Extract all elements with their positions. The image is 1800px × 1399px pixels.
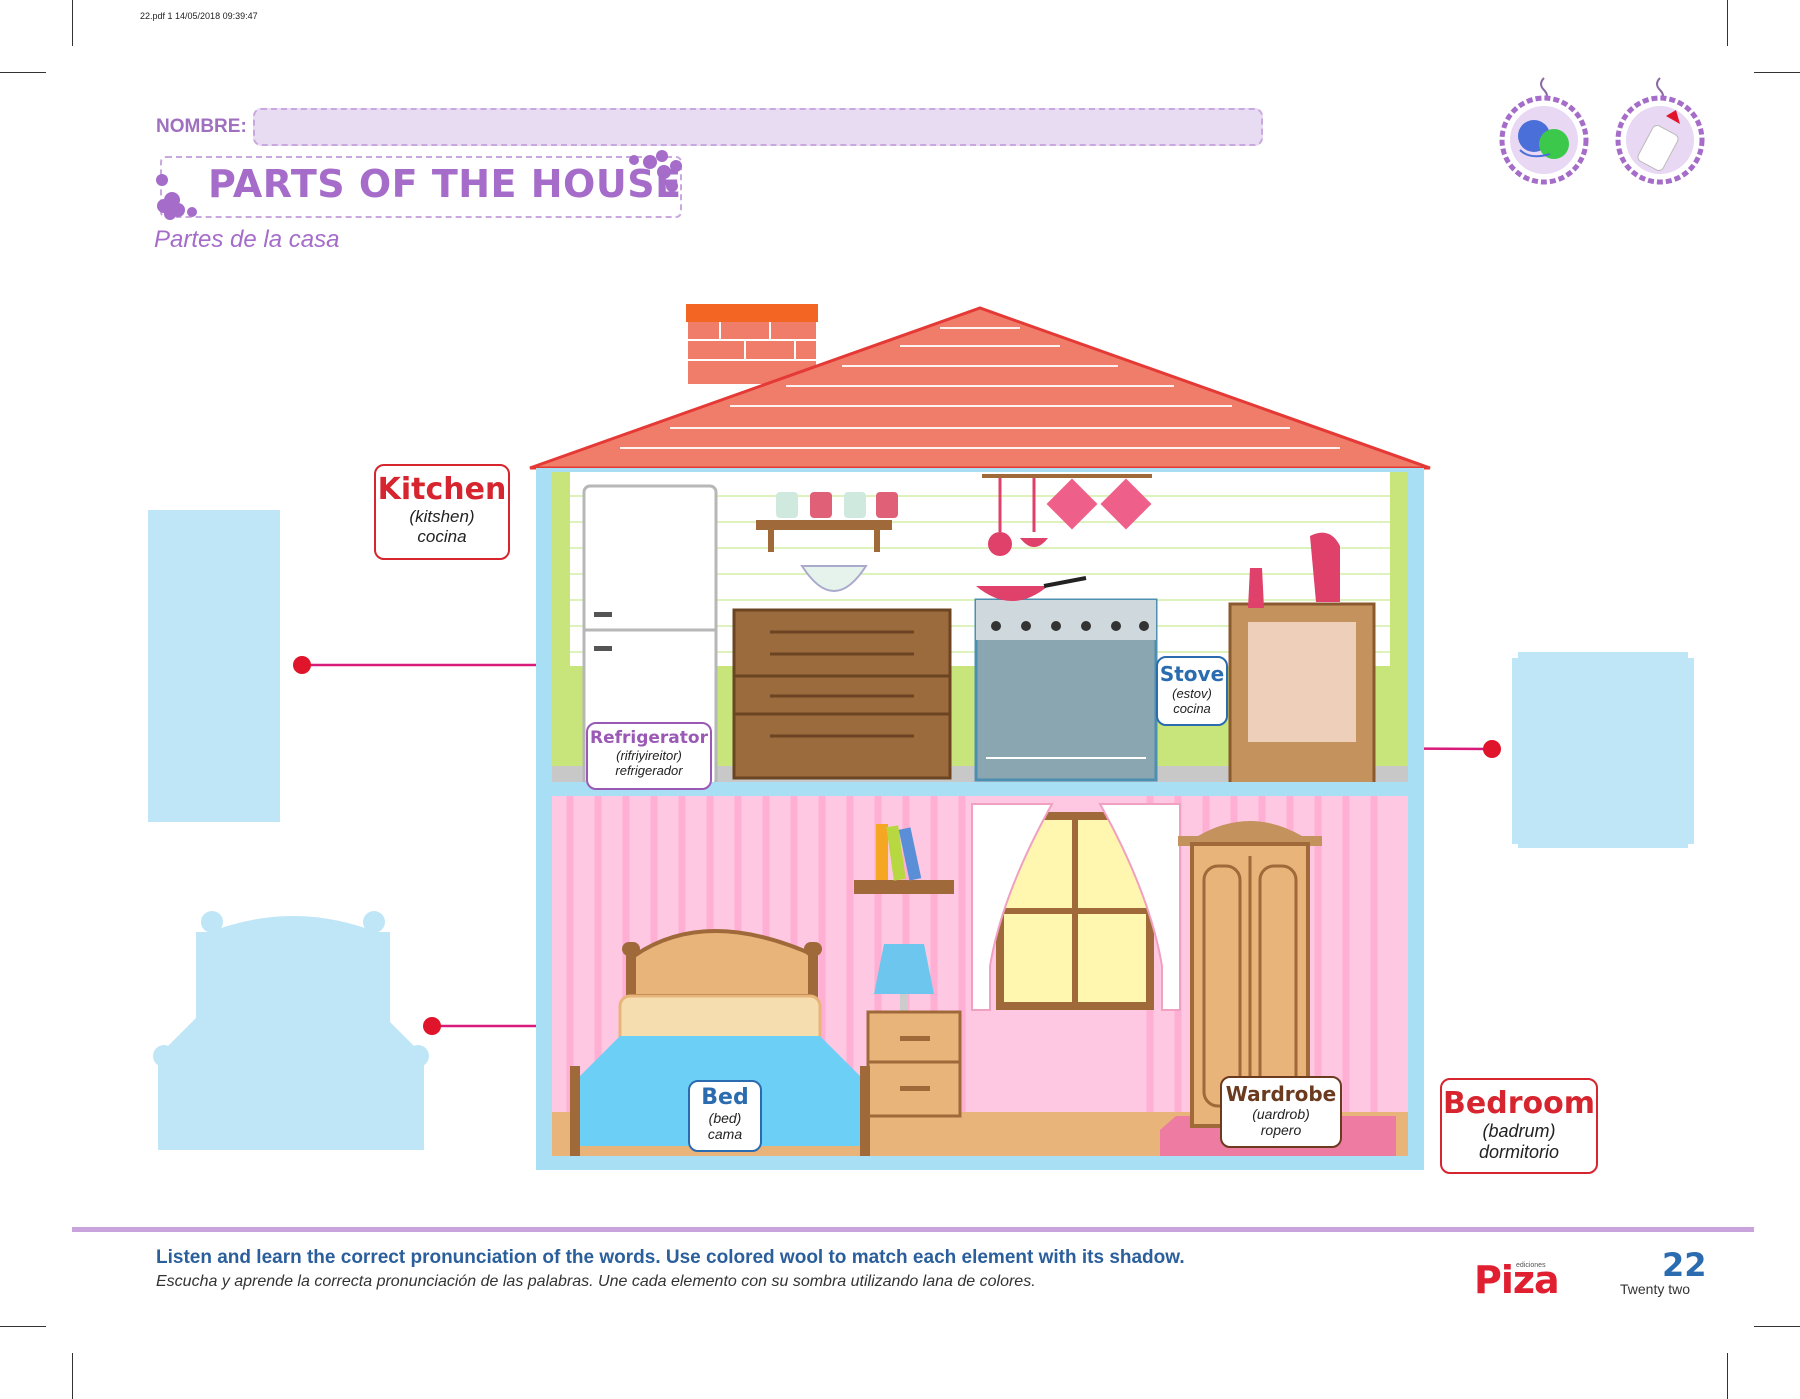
page-number: 22 <box>1662 1246 1707 1284</box>
stove-spanish: cocina <box>1173 701 1211 716</box>
wardrobe-word: Wardrobe <box>1225 1082 1337 1106</box>
publisher-logo: Piza <box>1474 1258 1560 1302</box>
wardrobe-spanish: ropero <box>1260 1122 1302 1138</box>
bedroom-spanish: dormitorio <box>1478 1142 1560 1162</box>
roof <box>529 306 1431 470</box>
bedroom-word: Bedroom <box>1443 1086 1595 1121</box>
refrigerator-pronunciation: (rifriyireitor) <box>616 748 682 763</box>
bedroom-label: Bedroom (badrum) dormitorio <box>1440 1078 1598 1174</box>
bedroom-pronunciation: (badrum) <box>1482 1121 1556 1141</box>
stove-label: Stove (estov) cocina <box>1156 656 1228 726</box>
bed-word: Bed <box>701 1085 749 1110</box>
bed-label: Bed (bed) cama <box>688 1080 762 1152</box>
bed-pronunciation: (bed) <box>708 1110 742 1126</box>
footer-divider <box>72 1227 1754 1232</box>
kitchen-word: Kitchen <box>377 472 507 507</box>
kitchen-pronunciation: (kitshen) <box>409 507 475 526</box>
wardrobe-pronunciation: (uardrob) <box>1252 1106 1310 1122</box>
refrigerator-word: Refrigerator <box>590 728 708 748</box>
refrigerator-dot <box>293 656 311 674</box>
wardrobe-label: Wardrobe (uardrob) ropero <box>1220 1076 1342 1148</box>
refrigerator-spanish: refrigerador <box>615 763 683 778</box>
stove-pronunciation: (estov) <box>1172 686 1212 701</box>
stove-dot <box>1483 740 1501 758</box>
bed-dot <box>423 1017 441 1035</box>
refrigerator-label: Refrigerator (rifriyireitor) refrigerado… <box>586 722 712 790</box>
bed-spanish: cama <box>707 1126 743 1142</box>
kitchen-label: Kitchen (kitshen) cocina <box>374 464 510 560</box>
instruction-english: Listen and learn the correct pronunciati… <box>156 1247 1185 1268</box>
instruction-spanish: Escucha y aprende la correcta pronunciac… <box>156 1273 1036 1290</box>
stove-word: Stove <box>1159 662 1225 686</box>
kitchen-spanish: cocina <box>417 527 467 546</box>
nightstand <box>866 1010 962 1118</box>
page-number-words: Twenty two <box>1620 1281 1691 1297</box>
kitchen-cabinet <box>732 608 952 780</box>
